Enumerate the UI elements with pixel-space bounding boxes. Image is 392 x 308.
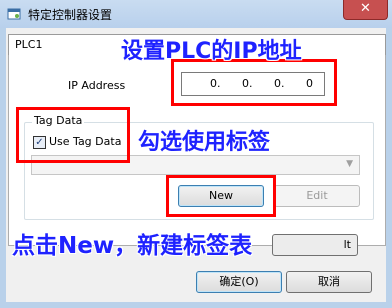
close-button[interactable]: ✕ xyxy=(343,0,388,20)
tag-data-highlight-box xyxy=(16,107,130,163)
ip-annotation: 设置PLC的IP地址 xyxy=(121,39,302,64)
window-frame-left xyxy=(0,28,6,308)
title-bar: 特定控制器设置 ✕ xyxy=(0,0,392,28)
cancel-button[interactable]: 取消 xyxy=(286,271,372,293)
ip-highlight-box xyxy=(171,59,337,106)
new-button-highlight-box xyxy=(166,175,276,217)
edit-button[interactable]: Edit xyxy=(274,185,360,207)
app-icon xyxy=(7,8,21,20)
ip-address-label: IP Address xyxy=(68,79,126,92)
window-title: 特定控制器设置 xyxy=(28,8,113,22)
tab-label: PLC1 xyxy=(15,38,43,51)
default-button[interactable]: lt xyxy=(272,234,358,256)
window-frame-bottom xyxy=(0,302,392,308)
ok-button[interactable]: 确定(O) xyxy=(196,271,282,293)
tag-annotation: 勾选使用标签 xyxy=(138,130,271,155)
window-frame-right xyxy=(386,28,392,308)
new-annotation: 点击New，新建标签表 xyxy=(12,233,253,259)
chevron-down-icon[interactable]: ▼ xyxy=(346,159,353,169)
